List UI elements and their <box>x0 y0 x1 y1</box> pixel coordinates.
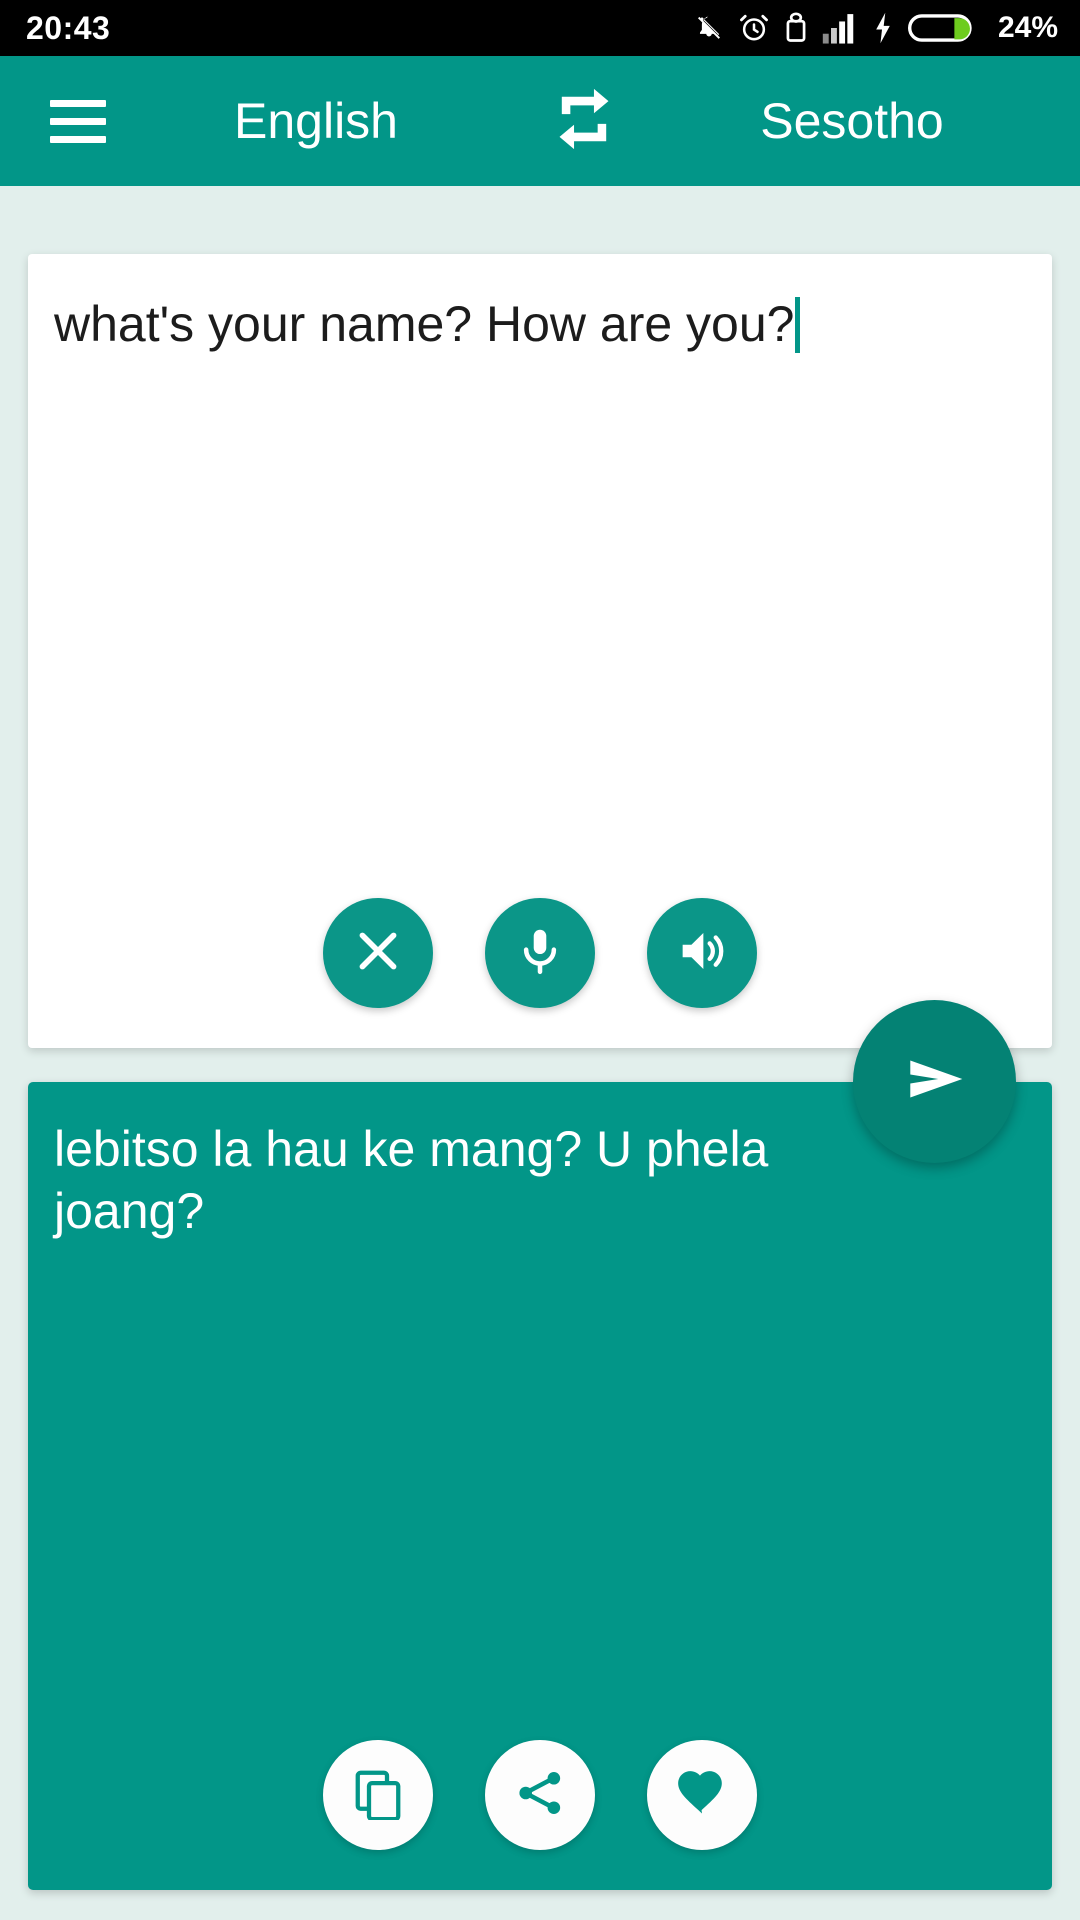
microphone-icon <box>514 925 566 982</box>
source-text-card: what's your name? How are you? <box>28 254 1052 1048</box>
signal-bars-icon <box>822 11 858 45</box>
menu-bar-3 <box>50 135 106 143</box>
menu-bar-2 <box>50 117 106 125</box>
source-language-selector[interactable]: English <box>108 92 524 150</box>
send-icon <box>896 1040 974 1123</box>
notifications-off-icon <box>694 11 724 45</box>
source-text-input[interactable]: what's your name? How are you? <box>54 292 1026 356</box>
target-language-selector[interactable]: Sesotho <box>644 92 1060 150</box>
battery-icon <box>907 11 976 45</box>
menu-bar-1 <box>50 99 106 107</box>
clear-button[interactable] <box>323 898 433 1008</box>
target-action-bar <box>28 1740 1052 1850</box>
share-icon <box>514 1767 566 1824</box>
text-caret <box>795 297 801 353</box>
source-text-value: what's your name? How are you? <box>54 296 795 352</box>
alarm-icon <box>738 11 770 45</box>
share-button[interactable] <box>485 1740 595 1850</box>
charging-bolt-icon <box>872 11 894 45</box>
app-bar: English Sesotho <box>0 56 1080 186</box>
favorite-button[interactable] <box>647 1740 757 1850</box>
translated-text: lebitso la hau ke mang? U phela joang? <box>54 1121 769 1239</box>
copy-icon <box>351 1766 405 1825</box>
status-bar: 20:43 24% <box>0 0 1080 56</box>
speaker-icon <box>675 924 729 983</box>
target-text-card: lebitso la hau ke mang? U phela joang? <box>28 1082 1052 1890</box>
app-screen: 20:43 24% English Sesotho what's your na… <box>0 0 1080 1920</box>
speak-source-button[interactable] <box>647 898 757 1008</box>
battery-percentage: 24% <box>997 11 1058 44</box>
usb-lock-icon <box>784 11 808 45</box>
status-time: 20:43 <box>26 10 111 46</box>
translate-send-button[interactable] <box>853 1000 1016 1163</box>
microphone-button[interactable] <box>485 898 595 1008</box>
swap-languages-icon <box>547 82 621 161</box>
source-action-bar <box>28 898 1052 1008</box>
swap-languages-button[interactable] <box>524 82 644 161</box>
close-icon <box>352 925 404 982</box>
status-icon-tray: 24% <box>694 11 1058 45</box>
heart-icon <box>675 1766 729 1825</box>
copy-button[interactable] <box>323 1740 433 1850</box>
